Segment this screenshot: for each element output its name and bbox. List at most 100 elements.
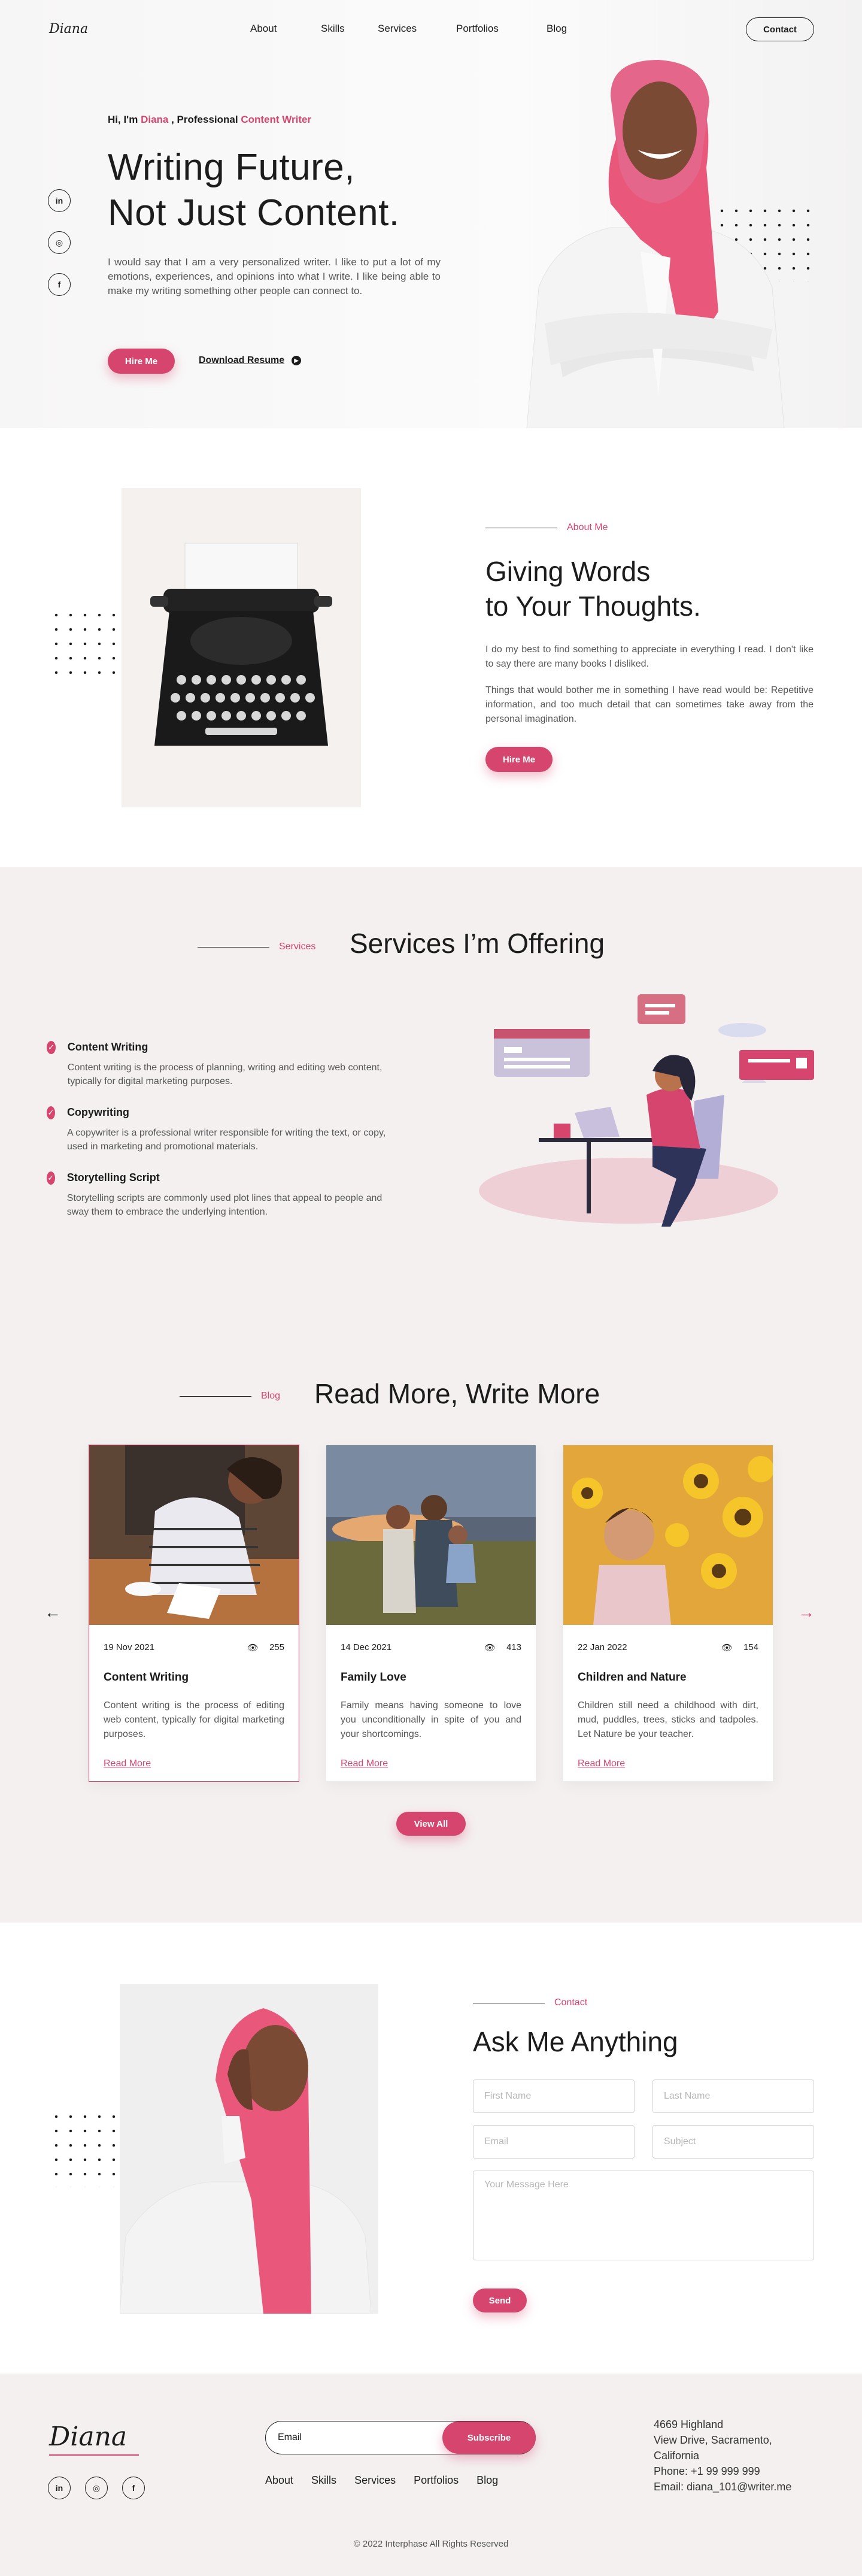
- footer-brand-logo[interactable]: Diana: [49, 2421, 139, 2456]
- footer-socials: in ◎ f: [48, 2477, 145, 2499]
- nav-portfolios[interactable]: Portfolios: [456, 23, 513, 35]
- label-line: [180, 1396, 251, 1397]
- subject-field[interactable]: Subject: [652, 2125, 814, 2159]
- blog-card[interactable]: 14 Dec 2021 👁 413 Family Love Family mean…: [326, 1445, 536, 1782]
- message-field[interactable]: Your Message Here: [473, 2171, 814, 2260]
- linkedin-icon[interactable]: in: [48, 189, 71, 212]
- greet-name: Diana: [141, 114, 169, 125]
- footer-nav-portfolios[interactable]: Portfolios: [414, 2474, 459, 2487]
- last-name-placeholder: Last Name: [664, 2091, 711, 2101]
- footer-phone: Phone: +1 99 999 999: [654, 2465, 760, 2477]
- first-name-field[interactable]: First Name: [473, 2079, 635, 2113]
- check-icon: ✓: [47, 1041, 56, 1054]
- send-button[interactable]: Send: [473, 2289, 527, 2312]
- download-resume-link[interactable]: Download Resume ▶: [199, 355, 302, 366]
- read-more-link[interactable]: Read More: [89, 1742, 299, 1769]
- blog-card[interactable]: 19 Nov 2021 👁 255 Content Writing Content…: [89, 1445, 299, 1782]
- address-line-2: View Drive, Sacramento,: [654, 2434, 772, 2446]
- instagram-icon[interactable]: ◎: [85, 2477, 108, 2499]
- contact-section: Contact Ask Me Anything First Name Last …: [0, 1923, 862, 2374]
- nav-blog[interactable]: Blog: [547, 23, 567, 35]
- subscribe-button[interactable]: Subscribe: [442, 2421, 536, 2454]
- about-section-label: About Me: [485, 522, 608, 533]
- blog-card-date: 19 Nov 2021: [104, 1642, 155, 1652]
- first-name-placeholder: First Name: [484, 2091, 532, 2101]
- blog-card-views: 👁 255: [247, 1642, 284, 1653]
- blog-card-desc: Children still need a childhood with dir…: [578, 1700, 758, 1739]
- subject-placeholder: Subject: [664, 2136, 696, 2147]
- hero-hire-button[interactable]: Hire Me: [108, 349, 175, 374]
- blog-card-views-count: 154: [743, 1642, 758, 1652]
- read-more-link[interactable]: Read More: [563, 1742, 773, 1769]
- view-all-button[interactable]: View All: [396, 1812, 466, 1836]
- nav-about[interactable]: About: [250, 23, 299, 35]
- about-title-line2: to Your Thoughts.: [485, 591, 701, 622]
- newsletter-email-input[interactable]: Email: [278, 2432, 302, 2443]
- footer-address: 4669 Highland View Drive, Sacramento, Ca…: [654, 2417, 791, 2495]
- carousel-prev-arrow-icon[interactable]: ←: [44, 1603, 61, 1622]
- services-label-text: Services: [279, 942, 316, 952]
- contact-section-label: Contact: [473, 1997, 587, 2008]
- brand-logo[interactable]: Diana: [49, 22, 88, 37]
- contact-title: Ask Me Anything: [473, 2026, 678, 2057]
- about-hire-button[interactable]: Hire Me: [485, 747, 553, 772]
- contact-dot-pattern: [49, 2109, 121, 2187]
- service-desc: Storytelling scripts are commonly used p…: [66, 1193, 383, 1217]
- eye-icon: 👁: [721, 1643, 733, 1653]
- main-nav: About Skills Services Portfolios Blog: [250, 23, 567, 35]
- contact-label-text: Contact: [554, 1997, 588, 2008]
- footer-copyright: © 2022 Interphase All Rights Reserved: [353, 2539, 509, 2549]
- facebook-icon[interactable]: f: [122, 2477, 145, 2499]
- eye-icon: 👁: [247, 1643, 259, 1653]
- footer-brand-underline: [49, 2454, 139, 2456]
- last-name-field[interactable]: Last Name: [652, 2079, 814, 2113]
- blog-card[interactable]: 22 Jan 2022 👁 154 Children and Nature Chi…: [563, 1445, 774, 1782]
- about-paragraph-2: Things that would bother me in something…: [485, 685, 814, 724]
- hero-socials: in ◎ f: [48, 189, 71, 296]
- nav-contact-button[interactable]: Contact: [746, 17, 814, 41]
- footer-nav-blog[interactable]: Blog: [476, 2474, 498, 2487]
- blog-card-meta: 14 Dec 2021 👁 413: [326, 1628, 536, 1653]
- blog-card-meta: 19 Nov 2021 👁 255: [89, 1628, 299, 1653]
- instagram-icon[interactable]: ◎: [48, 231, 71, 254]
- about-section: About Me Giving Words to Your Thoughts. …: [0, 428, 862, 867]
- eye-icon: 👁: [484, 1643, 496, 1653]
- read-more-link[interactable]: Read More: [326, 1742, 536, 1769]
- footer-nav-about[interactable]: About: [265, 2474, 293, 2487]
- blog-card-meta: 22 Jan 2022 👁 154: [563, 1628, 773, 1653]
- blog-card-image: [563, 1445, 774, 1625]
- carousel-next-arrow-icon[interactable]: →: [798, 1603, 815, 1622]
- message-placeholder: Your Message Here: [484, 2180, 569, 2190]
- email-field[interactable]: Email: [473, 2125, 635, 2159]
- hero-title: Writing Future, Not Just Content.: [108, 145, 400, 236]
- about-image-frame: [122, 488, 361, 807]
- about-label-text: About Me: [567, 522, 608, 532]
- footer-nav-services[interactable]: Services: [354, 2474, 396, 2487]
- blog-card-image: [326, 1445, 536, 1625]
- service-title: Storytelling Script: [66, 1172, 160, 1183]
- linkedin-icon[interactable]: in: [48, 2477, 71, 2499]
- footer-nav: About Skills Services Portfolios Blog: [265, 2474, 498, 2487]
- footer-brand-text: Diana: [49, 2421, 128, 2452]
- contact-image-frame: [119, 1984, 378, 2314]
- blog-card-desc: Family means having someone to love you …: [341, 1700, 521, 1739]
- hero-title-line2: Not Just Content.: [108, 192, 400, 234]
- hero-greeting: Hi, I'm Diana , Professional Content Wri…: [108, 114, 311, 126]
- about-paragraph-1: I do my best to find something to apprec…: [485, 644, 814, 669]
- contact-portrait-image: [119, 2008, 372, 2314]
- writer-illustration: [479, 994, 814, 1227]
- service-title: Copywriting: [66, 1106, 129, 1118]
- services-title: Services I’m Offering: [350, 928, 605, 959]
- blog-card-date: 22 Jan 2022: [578, 1642, 627, 1652]
- facebook-icon[interactable]: f: [48, 273, 71, 296]
- nav-services[interactable]: Services: [378, 23, 427, 35]
- greet-mid: , Professional: [171, 114, 238, 125]
- download-icon: ▶: [292, 356, 302, 365]
- services-section: Services Services I’m Offering ✓ Content…: [0, 867, 862, 1923]
- footer-email[interactable]: Email: diana_101@writer.me: [654, 2479, 791, 2495]
- footer-nav-skills[interactable]: Skills: [311, 2474, 336, 2487]
- nav-skills[interactable]: Skills: [321, 23, 356, 35]
- service-item: ✓ Storytelling Script Storytelling scrip…: [47, 1172, 391, 1219]
- blog-card-title: Family Love: [341, 1671, 406, 1684]
- service-item: ✓ Content Writing Content writing is the…: [47, 1041, 391, 1088]
